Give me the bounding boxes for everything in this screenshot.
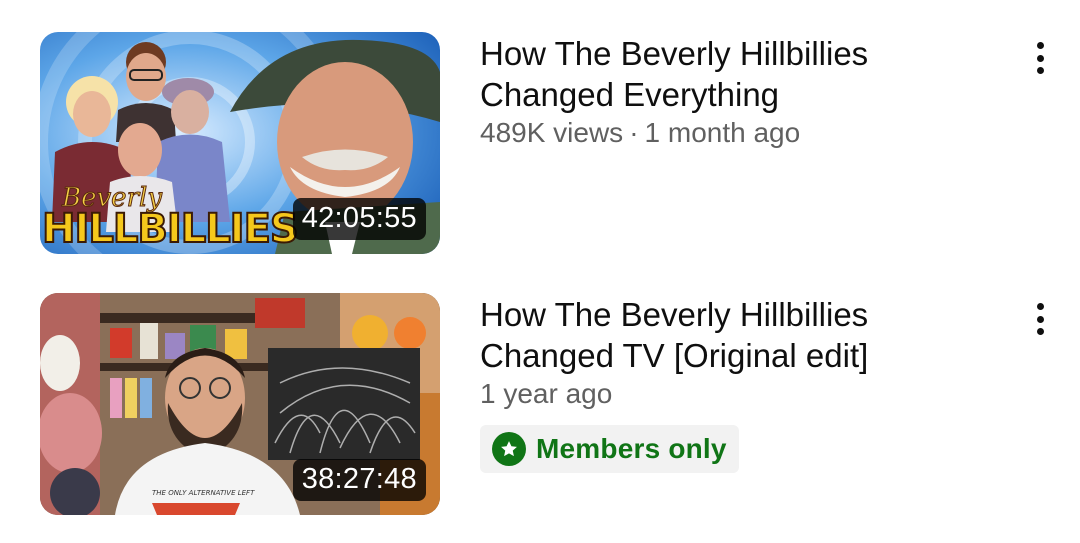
video-thumbnail[interactable]: Beverly HILLBILLIES 42:05:55: [40, 32, 440, 254]
video-title[interactable]: How The Beverly Hillbillies Changed Ever…: [480, 32, 980, 115]
video-duration: 42:05:55: [292, 198, 426, 240]
video-title-line: How The Beverly Hillbillies: [480, 296, 869, 333]
video-title-line: How The Beverly Hillbillies: [480, 35, 869, 72]
video-title-line: Changed TV [Original edit]: [480, 337, 869, 374]
video-stats: 489K views · 1 month ago: [480, 115, 980, 151]
video-meta[interactable]: How The Beverly Hillbillies Changed TV […: [480, 293, 980, 473]
more-vert-icon[interactable]: [1020, 36, 1060, 80]
video-item[interactable]: Beverly HILLBILLIES 42:05:55 How The Bev…: [0, 32, 1080, 254]
video-thumbnail[interactable]: THE ONLY ALTERNATIVE LEFT 38:27:48: [40, 293, 440, 515]
upload-age: 1 month ago: [644, 117, 801, 148]
video-title[interactable]: How The Beverly Hillbillies Changed TV […: [480, 293, 980, 376]
video-stats: 1 year ago: [480, 376, 980, 412]
upload-age: 1 year ago: [480, 378, 613, 409]
star-icon: [492, 432, 526, 466]
members-only-label: Members only: [536, 433, 727, 464]
video-item[interactable]: THE ONLY ALTERNATIVE LEFT 38:27:48 How T…: [0, 293, 1080, 515]
video-meta[interactable]: How The Beverly Hillbillies Changed Ever…: [480, 32, 980, 151]
separator: ·: [629, 117, 639, 148]
thumbnail-logo-block: HILLBILLIES: [42, 206, 298, 252]
view-count: 489K views: [480, 117, 624, 148]
video-duration: 38:27:48: [292, 459, 426, 501]
members-only-badge: Members only: [480, 425, 739, 473]
shirt-text: THE ONLY ALTERNATIVE LEFT: [152, 489, 255, 497]
video-title-line: Changed Everything: [480, 76, 780, 113]
more-vert-icon[interactable]: [1020, 297, 1060, 341]
